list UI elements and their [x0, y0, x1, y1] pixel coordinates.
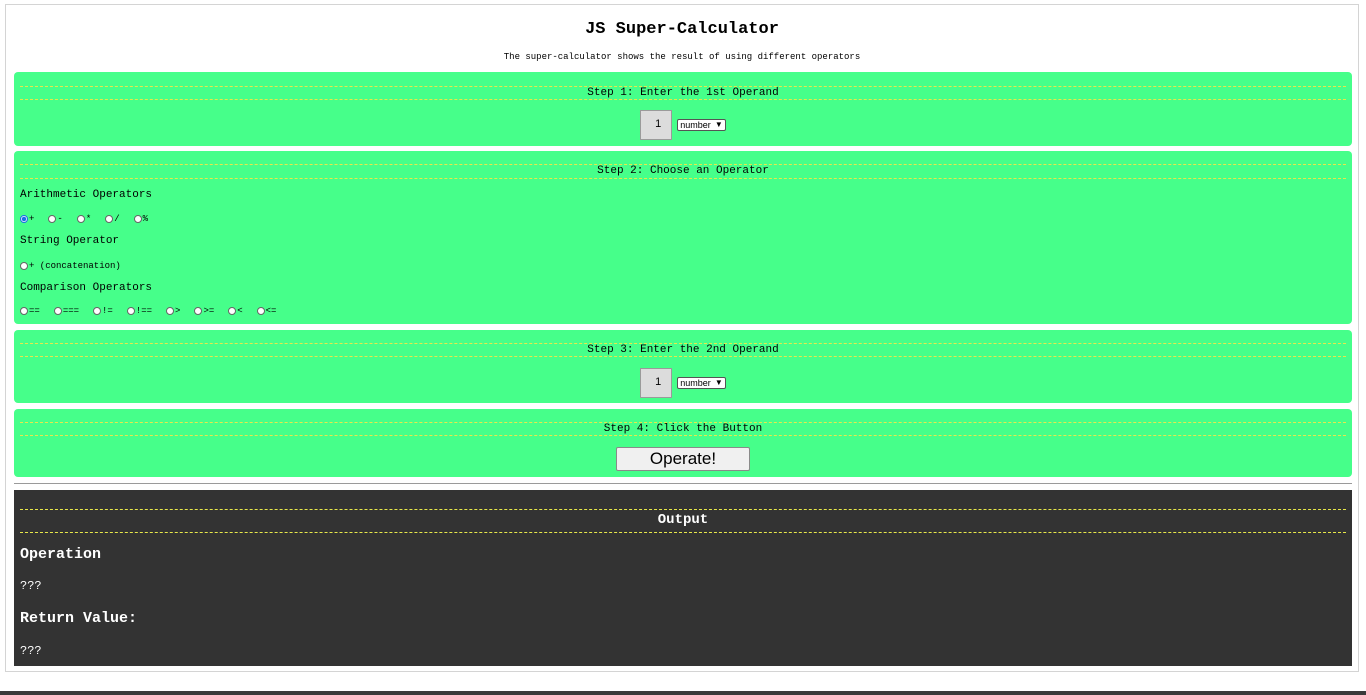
radio-button[interactable] — [228, 307, 237, 315]
return-value-label: Return Value: — [20, 610, 138, 627]
radio-button[interactable] — [20, 262, 28, 270]
second-operand-type-select[interactable]: number ▼ — [677, 377, 726, 389]
radio-button[interactable] — [194, 307, 203, 315]
operate-button[interactable]: Operate! — [616, 447, 750, 471]
calculator-page: JS Super-Calculator The super-calculator… — [5, 4, 1359, 672]
radio-op-lte[interactable]: <= — [256, 306, 277, 316]
radio-op-eq[interactable]: == — [20, 306, 40, 316]
step1-panel: Step 1: Enter the 1st Operand 1 number ▼ — [14, 72, 1352, 146]
radio-label: > — [175, 306, 181, 316]
step2-heading: Step 2: Choose an Operator — [20, 164, 1346, 179]
radio-button[interactable] — [20, 215, 28, 223]
radio-button[interactable] — [166, 307, 175, 315]
output-heading: Output — [20, 509, 1346, 533]
step1-operand-row: 1 number ▼ — [14, 110, 1352, 140]
radio-op-gt[interactable]: > — [166, 306, 180, 316]
radio-op-strict-neq[interactable]: !== — [126, 306, 153, 316]
divider — [14, 483, 1352, 484]
arithmetic-operators-group: + - * / % — [20, 214, 162, 224]
radio-op-modulo[interactable]: % — [133, 214, 149, 224]
radio-op-subtract[interactable]: - — [48, 214, 63, 224]
radio-label: == — [29, 306, 40, 316]
radio-button[interactable] — [48, 215, 57, 223]
arithmetic-operators-label: Arithmetic Operators — [20, 189, 153, 201]
radio-op-divide[interactable]: / — [105, 214, 120, 224]
chevron-down-icon: ▼ — [714, 120, 723, 129]
radio-label: + (concatenation) — [29, 261, 121, 271]
radio-op-add[interactable]: + — [20, 214, 34, 224]
radio-op-lt[interactable]: < — [228, 306, 243, 316]
string-operator-label: String Operator — [20, 235, 120, 247]
operation-value: ??? — [20, 579, 42, 593]
radio-button[interactable] — [20, 307, 28, 315]
radio-button[interactable] — [256, 307, 265, 315]
radio-label: % — [142, 214, 149, 224]
step3-operand-row: 1 number ▼ — [14, 368, 1352, 398]
first-operand-type-value: number — [680, 120, 711, 130]
radio-label: - — [57, 214, 63, 224]
output-panel: Output Operation ??? Return Value: ??? — [14, 490, 1352, 666]
step4-heading: Step 4: Click the Button — [20, 422, 1346, 436]
step4-panel: Step 4: Click the Button Operate! — [14, 409, 1352, 477]
page-subtitle: The super-calculator shows the result of… — [503, 52, 861, 62]
radio-op-gte[interactable]: >= — [194, 306, 214, 316]
radio-label: * — [85, 214, 92, 224]
chevron-down-icon: ▼ — [714, 378, 723, 387]
radio-op-multiply[interactable]: * — [76, 214, 92, 224]
comparison-operators-group: == === != !== > >= < <= — [20, 306, 290, 316]
radio-label: >= — [203, 306, 215, 316]
radio-button[interactable] — [105, 215, 114, 223]
radio-op-strict-eq[interactable]: === — [53, 306, 80, 316]
step1-heading: Step 1: Enter the 1st Operand — [20, 86, 1346, 100]
radio-label: !== — [135, 306, 153, 316]
first-operand-input[interactable]: 1 — [640, 110, 673, 140]
radio-label: != — [102, 306, 113, 316]
radio-label: + — [29, 214, 35, 224]
page-title: JS Super-Calculator — [585, 20, 779, 39]
operation-label: Operation — [20, 546, 102, 563]
radio-op-neq[interactable]: != — [93, 306, 113, 316]
radio-label: <= — [265, 306, 277, 316]
return-value: ??? — [20, 644, 42, 658]
radio-button[interactable] — [93, 307, 102, 315]
step3-heading: Step 3: Enter the 2nd Operand — [20, 343, 1346, 357]
radio-button[interactable] — [53, 307, 62, 315]
radio-op-concat[interactable]: + (concatenation) — [20, 261, 121, 271]
step3-panel: Step 3: Enter the 2nd Operand 1 number ▼ — [14, 330, 1352, 403]
radio-button[interactable] — [76, 215, 85, 223]
radio-label: < — [237, 306, 243, 316]
radio-button[interactable] — [133, 215, 142, 223]
string-operator-group: + (concatenation) — [20, 261, 135, 271]
second-operand-input[interactable]: 1 — [640, 368, 673, 398]
first-operand-type-select[interactable]: number ▼ — [677, 119, 726, 131]
bottom-strip — [0, 691, 1366, 695]
radio-button[interactable] — [126, 307, 135, 315]
step2-panel: Step 2: Choose an Operator Arithmetic Op… — [14, 151, 1352, 324]
radio-label: / — [114, 214, 120, 224]
comparison-operators-label: Comparison Operators — [20, 282, 153, 294]
radio-label: === — [62, 306, 80, 316]
second-operand-type-value: number — [680, 378, 711, 388]
